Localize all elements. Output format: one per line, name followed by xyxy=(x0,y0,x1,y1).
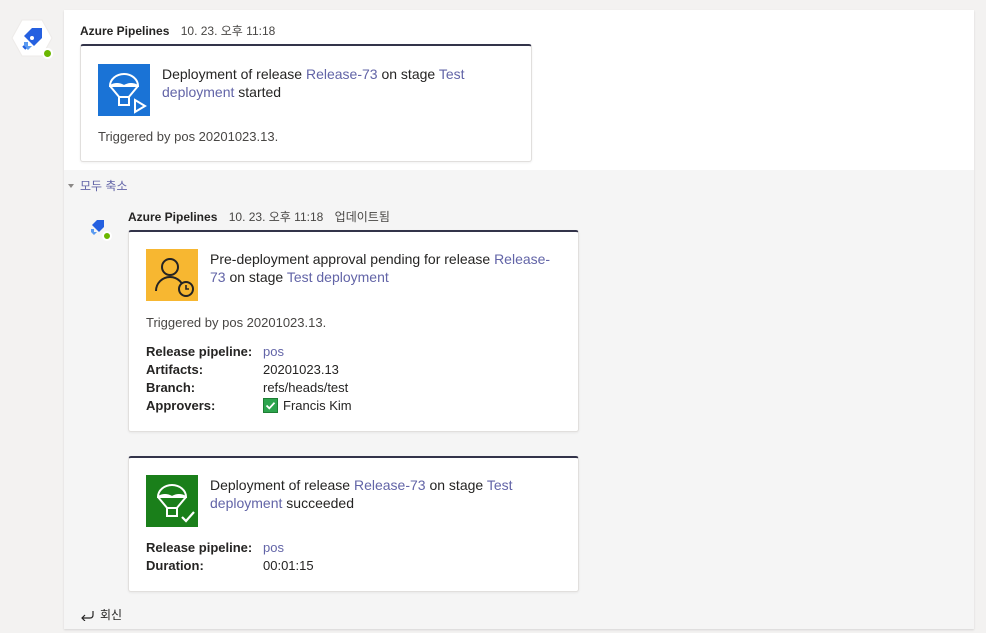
approver-entry: Francis Kim xyxy=(263,397,352,415)
pipeline-link[interactable]: pos xyxy=(263,343,284,361)
release-link[interactable]: Release-73 xyxy=(354,477,426,493)
fact-row-pipeline: Release pipeline: pos xyxy=(146,343,352,361)
title-text: on stage xyxy=(381,66,436,82)
triggered-by-text: Triggered by pos 20201023.13. xyxy=(146,315,327,330)
triggered-by-text: Triggered by pos 20201023.13. xyxy=(98,129,279,144)
checkmark-icon xyxy=(263,398,278,413)
fact-value: refs/heads/test xyxy=(263,380,349,395)
stage-link[interactable]: Test deployment xyxy=(287,269,389,285)
pipeline-link[interactable]: pos xyxy=(263,539,284,557)
fact-row-pipeline: Release pipeline: pos xyxy=(146,539,314,557)
deployment-succeeded-card: Deployment of release Release-73 on stag… xyxy=(128,456,579,592)
title-text: Deployment of release xyxy=(162,66,303,82)
collapse-all-label: 모두 축소 xyxy=(80,179,128,193)
fact-key: Duration: xyxy=(146,558,204,573)
fact-value: 00:01:15 xyxy=(263,558,314,573)
message-timestamp[interactable]: 10. 23. 오후 11:18 xyxy=(229,210,324,224)
fact-key: Release pipeline: xyxy=(146,540,253,555)
fact-value: 20201023.13 xyxy=(263,362,339,377)
fact-row-branch: Branch: refs/heads/test xyxy=(146,379,352,397)
parachute-check-icon xyxy=(146,475,198,527)
fact-key: Approvers: xyxy=(146,398,216,413)
caret-down-icon xyxy=(68,184,74,188)
online-status-icon xyxy=(102,231,112,241)
card-title: Deployment of release Release-73 on stag… xyxy=(210,476,550,512)
title-text: on stage xyxy=(229,269,284,285)
reply-arrow-icon xyxy=(81,611,94,622)
fact-row-duration: Duration: 00:01:15 xyxy=(146,557,314,575)
card-title: Pre-deployment approval pending for rele… xyxy=(210,250,562,286)
deployment-started-card: Deployment of release Release-73 on stag… xyxy=(80,44,532,162)
online-status-icon xyxy=(42,48,53,59)
reply-avatar[interactable] xyxy=(86,215,112,241)
person-clock-icon xyxy=(146,249,198,301)
approver-name: Francis Kim xyxy=(283,398,352,413)
release-link[interactable]: Release-73 xyxy=(306,66,378,82)
fact-row-artifacts: Artifacts: 20201023.13 xyxy=(146,361,352,379)
message-timestamp[interactable]: 10. 23. 오후 11:18 xyxy=(181,24,276,38)
reply-label: 회신 xyxy=(100,608,123,622)
message-thread: Azure Pipelines 10. 23. 오후 11:18 Deploym… xyxy=(64,10,974,629)
message-header: Azure Pipelines 10. 23. 오후 11:18 업데이트됨 xyxy=(128,208,390,225)
sender-name[interactable]: Azure Pipelines xyxy=(80,24,169,38)
card-title: Deployment of release Release-73 on stag… xyxy=(162,65,502,101)
root-message: Azure Pipelines 10. 23. 오후 11:18 Deploym… xyxy=(64,10,974,170)
title-text: Deployment of release xyxy=(210,477,351,493)
fact-set: Release pipeline: pos Artifacts: 2020102… xyxy=(146,343,352,415)
parachute-play-icon xyxy=(98,64,150,116)
edited-label: 업데이트됨 xyxy=(334,210,390,224)
title-text: Pre-deployment approval pending for rele… xyxy=(210,251,491,267)
fact-key: Branch: xyxy=(146,380,196,395)
sender-name[interactable]: Azure Pipelines xyxy=(128,210,217,224)
reply-button[interactable]: 회신 xyxy=(80,606,122,623)
message-header: Azure Pipelines 10. 23. 오후 11:18 xyxy=(80,22,275,39)
title-text: on stage xyxy=(429,477,484,493)
collapse-all-button[interactable]: 모두 축소 xyxy=(68,177,128,194)
fact-key: Artifacts: xyxy=(146,362,204,377)
approval-pending-card: Pre-deployment approval pending for rele… xyxy=(128,230,579,432)
title-text: started xyxy=(238,84,282,100)
fact-row-approvers: Approvers: Francis Kim xyxy=(146,397,352,415)
bot-avatar[interactable] xyxy=(10,18,54,59)
fact-key: Release pipeline: xyxy=(146,344,253,359)
fact-set: Release pipeline: pos Duration: 00:01:15 xyxy=(146,539,314,575)
title-text: succeeded xyxy=(286,495,354,511)
